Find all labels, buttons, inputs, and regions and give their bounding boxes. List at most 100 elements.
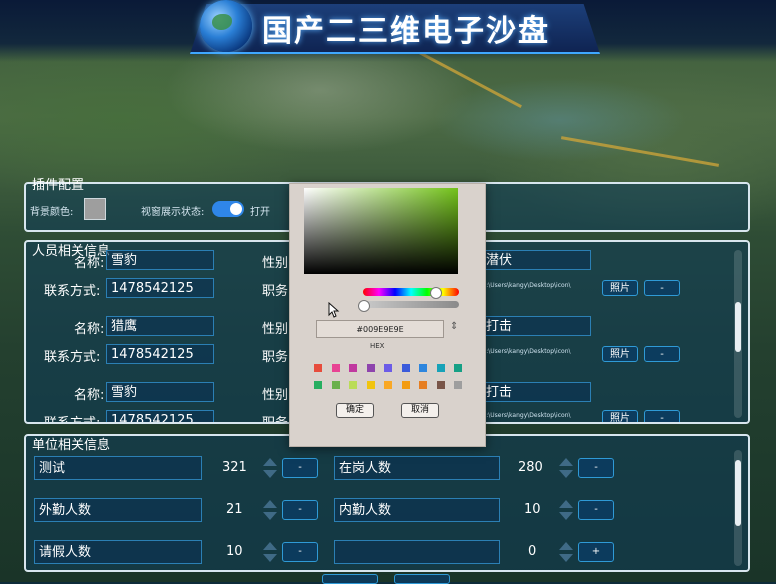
contact-field[interactable]: 1478542125 bbox=[106, 344, 214, 364]
value-stepper[interactable] bbox=[558, 456, 574, 480]
color-swatch[interactable] bbox=[454, 364, 462, 372]
color-swatch[interactable] bbox=[331, 381, 340, 389]
value-stepper[interactable] bbox=[262, 540, 278, 564]
remove-unit-button[interactable]: - bbox=[282, 500, 318, 520]
color-picker-dialog: #009E9E9E ⇕ HEX 确定 取消 bbox=[289, 183, 486, 447]
stepper-up-icon[interactable] bbox=[559, 500, 573, 508]
toggle-knob bbox=[230, 203, 242, 215]
unit-name-field[interactable]: 在岗人数 bbox=[334, 456, 500, 480]
color-swatch[interactable] bbox=[419, 381, 427, 389]
alpha-slider[interactable] bbox=[363, 301, 459, 308]
stepper-up-icon[interactable] bbox=[263, 542, 277, 550]
format-toggle-icon[interactable]: ⇕ bbox=[450, 321, 458, 332]
role-label: 职务 bbox=[262, 284, 289, 299]
value-stepper[interactable] bbox=[262, 498, 278, 522]
remove-unit-button[interactable]: - bbox=[282, 542, 318, 562]
bottom-action-button[interactable] bbox=[394, 574, 450, 584]
name-field[interactable]: 雪豹 bbox=[106, 250, 214, 270]
color-swatch[interactable] bbox=[419, 364, 427, 372]
photo-button[interactable]: 照片 bbox=[602, 346, 638, 362]
add-unit-button[interactable]: + bbox=[578, 542, 614, 562]
value-stepper[interactable] bbox=[558, 540, 574, 564]
mission-field[interactable]: 打击 bbox=[481, 316, 591, 336]
color-swatch[interactable] bbox=[366, 381, 375, 389]
hue-slider[interactable] bbox=[363, 288, 459, 296]
photo-button[interactable]: 照片 bbox=[602, 410, 638, 422]
mouse-cursor-icon bbox=[328, 302, 340, 318]
unit-panel: 单位相关信息 测试 321 - 在岗人数 280 - 外勤人数 21 - 内勤人… bbox=[24, 434, 750, 572]
color-swatch[interactable] bbox=[401, 364, 410, 372]
bottom-action-button[interactable] bbox=[322, 574, 378, 584]
cancel-button[interactable]: 取消 bbox=[401, 403, 439, 418]
name-label: 名称: bbox=[74, 322, 105, 337]
unit-name-field[interactable] bbox=[334, 540, 500, 564]
unit-name-field[interactable]: 外勤人数 bbox=[34, 498, 202, 522]
view-state-toggle[interactable] bbox=[212, 201, 244, 217]
unit-scrollbar[interactable] bbox=[734, 450, 742, 566]
color-swatch[interactable] bbox=[454, 381, 462, 389]
gender-label: 性别 bbox=[262, 256, 289, 271]
value-stepper[interactable] bbox=[262, 456, 278, 480]
unit-name-field[interactable]: 测试 bbox=[34, 456, 202, 480]
globe-icon bbox=[200, 0, 252, 52]
remove-unit-button[interactable]: - bbox=[282, 458, 318, 478]
hex-value-input[interactable]: #009E9E9E bbox=[316, 320, 444, 338]
color-swatch[interactable] bbox=[401, 381, 410, 389]
photo-path: C:\Users\kangy\Desktop\icon\ bbox=[482, 412, 571, 419]
color-swatch[interactable] bbox=[349, 381, 357, 389]
confirm-button[interactable]: 确定 bbox=[336, 403, 374, 418]
stepper-down-icon[interactable] bbox=[559, 554, 573, 562]
color-swatch[interactable] bbox=[436, 364, 445, 372]
unit-name-field[interactable]: 内勤人数 bbox=[334, 498, 500, 522]
photo-path: C:\Users\kangy\Desktop\icon\ bbox=[482, 348, 571, 355]
stepper-down-icon[interactable] bbox=[263, 512, 277, 520]
contact-field[interactable]: 1478542125 bbox=[106, 278, 214, 298]
color-swatch[interactable] bbox=[314, 364, 322, 372]
unit-name-field[interactable]: 请假人数 bbox=[34, 540, 202, 564]
color-swatch[interactable] bbox=[331, 364, 340, 372]
stepper-down-icon[interactable] bbox=[559, 470, 573, 478]
stepper-up-icon[interactable] bbox=[263, 500, 277, 508]
mission-field[interactable]: 打击 bbox=[481, 382, 591, 402]
format-label: HEX bbox=[370, 342, 385, 350]
panel-title: 单位相关信息 bbox=[32, 438, 111, 453]
remove-person-button[interactable]: - bbox=[644, 280, 680, 296]
remove-unit-button[interactable]: - bbox=[578, 458, 614, 478]
remove-person-button[interactable]: - bbox=[644, 346, 680, 362]
personnel-scrollbar[interactable] bbox=[734, 250, 742, 418]
unit-value: 10 bbox=[524, 502, 541, 517]
alpha-slider-thumb[interactable] bbox=[358, 300, 370, 312]
bg-color-swatch[interactable] bbox=[84, 198, 106, 220]
remove-unit-button[interactable]: - bbox=[578, 500, 614, 520]
stepper-up-icon[interactable] bbox=[559, 542, 573, 550]
gender-label: 性别 bbox=[262, 322, 289, 337]
remove-person-button[interactable]: - bbox=[644, 410, 680, 422]
name-field[interactable]: 雪豹 bbox=[106, 382, 214, 402]
contact-field[interactable]: 1478542125 bbox=[106, 410, 214, 422]
color-swatch[interactable] bbox=[436, 381, 445, 389]
scrollbar-thumb[interactable] bbox=[735, 460, 741, 526]
color-swatch[interactable] bbox=[384, 381, 392, 389]
color-swatch[interactable] bbox=[349, 364, 357, 372]
role-label: 职务 bbox=[262, 350, 289, 365]
role-label: 职务 bbox=[262, 416, 289, 424]
stepper-down-icon[interactable] bbox=[559, 512, 573, 520]
stepper-up-icon[interactable] bbox=[559, 458, 573, 466]
gender-label: 性别 bbox=[262, 388, 289, 403]
color-swatch[interactable] bbox=[384, 364, 392, 372]
photo-button[interactable]: 照片 bbox=[602, 280, 638, 296]
stepper-down-icon[interactable] bbox=[263, 470, 277, 478]
stepper-down-icon[interactable] bbox=[263, 554, 277, 562]
value-stepper[interactable] bbox=[558, 498, 574, 522]
hue-slider-thumb[interactable] bbox=[430, 287, 442, 299]
saturation-value-area[interactable] bbox=[304, 188, 458, 274]
mission-field[interactable]: 潜伏 bbox=[481, 250, 591, 270]
name-field[interactable]: 猎鹰 bbox=[106, 316, 214, 336]
unit-value: 21 bbox=[226, 502, 243, 517]
color-swatch[interactable] bbox=[314, 381, 322, 389]
contact-label: 联系方式: bbox=[44, 350, 101, 365]
scrollbar-thumb[interactable] bbox=[735, 302, 741, 352]
stepper-up-icon[interactable] bbox=[263, 458, 277, 466]
name-label: 名称: bbox=[74, 388, 105, 403]
color-swatch[interactable] bbox=[366, 364, 375, 372]
